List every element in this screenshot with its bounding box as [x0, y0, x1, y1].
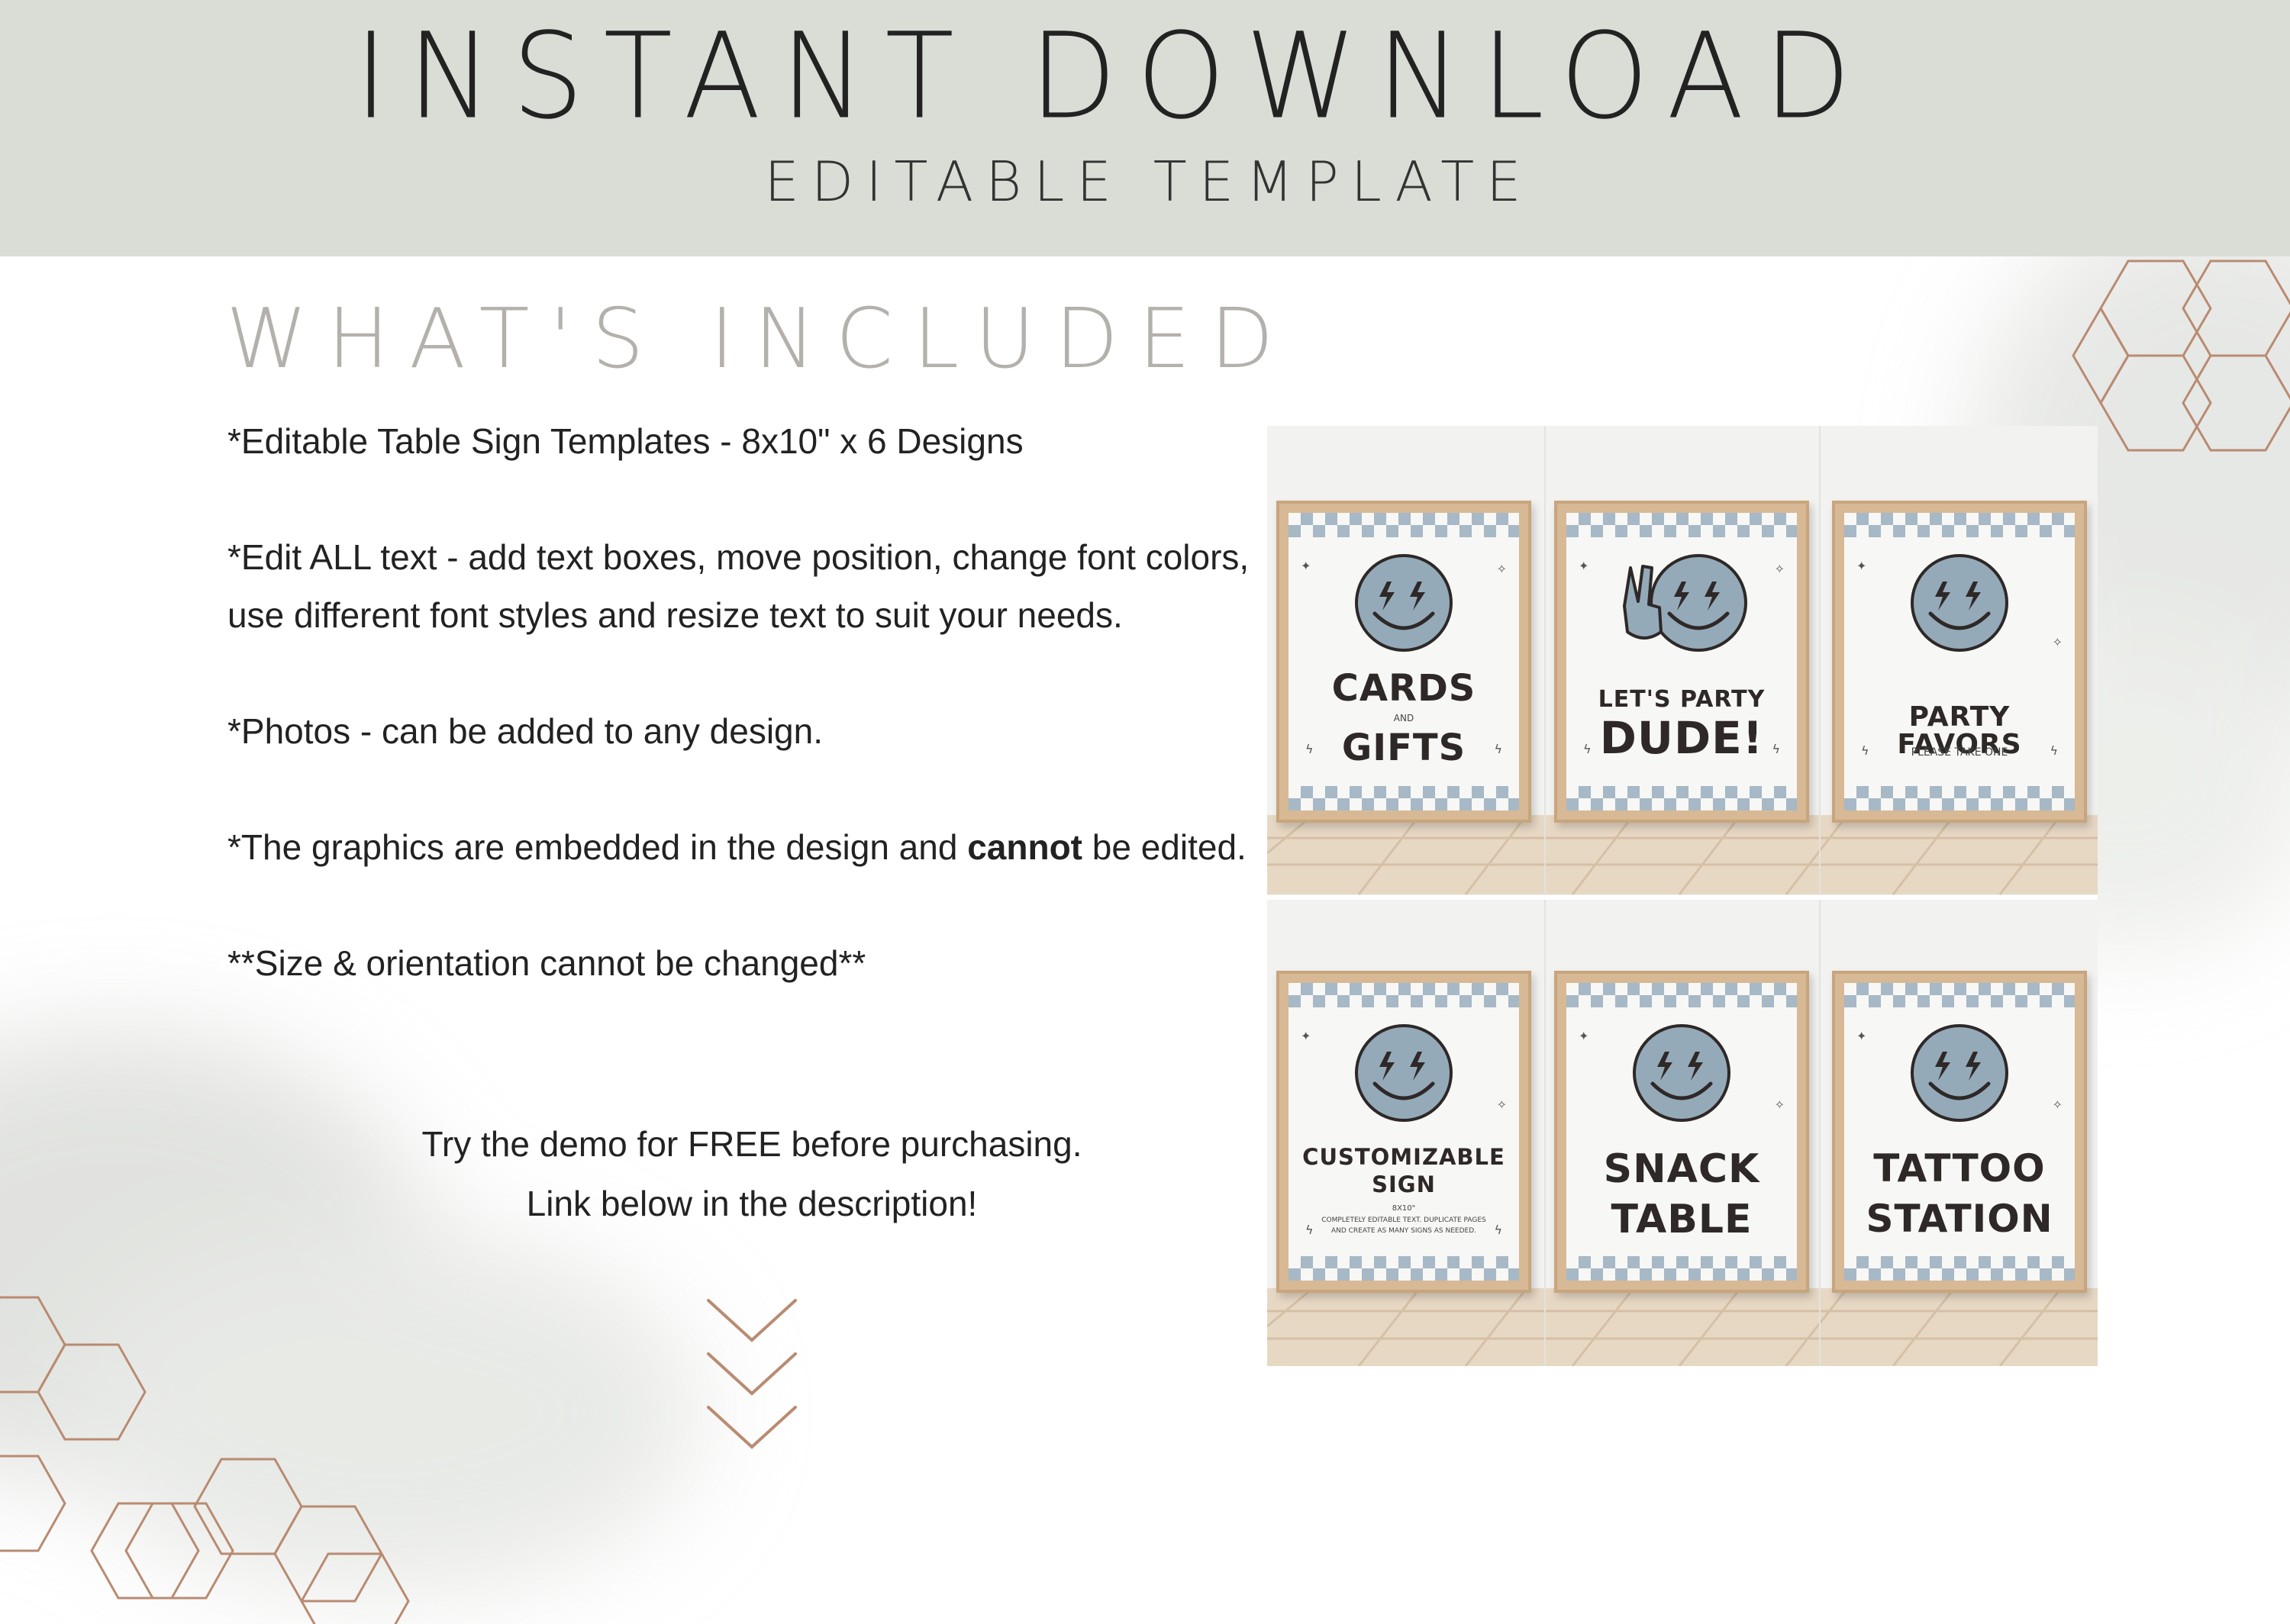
header-band: INSTANT DOWNLOAD EDITABLE TEMPLATE: [0, 0, 2290, 256]
sign-lets-party-dude: LET'S PARTY DUDE! ✦ ✧ ϟ ϟ: [1554, 501, 1809, 823]
sparkle-icon: ✦: [1856, 559, 1867, 573]
smiley-face-icon: [1911, 1024, 2008, 1122]
sign-caption: PLEASE TAKE ONE: [1911, 746, 2008, 759]
smiley-face-icon: [1355, 1024, 1453, 1122]
sign-title: STATION: [1866, 1197, 2053, 1241]
demo-line: Try the demo for FREE before purchasing.: [421, 1124, 1082, 1164]
list-item-text: *The graphics are embedded in the design…: [227, 827, 968, 867]
sign-party-favors: PARTY FAVORS PLEASE TAKE ONE ✦ ✧ ϟ ϟ: [1832, 501, 2087, 823]
smiley-face-icon: [1355, 554, 1453, 652]
lightning-bolt-icon: ϟ: [1494, 1223, 1502, 1237]
sign-cards-gifts: CARDS AND GIFTS ✦ ✧ ϟ ϟ: [1276, 501, 1531, 823]
sign-snack-table: SNACK TABLE ✦ ✧: [1554, 971, 1809, 1293]
section-title: WHAT'S INCLUDED: [226, 292, 1294, 387]
list-item-emphasis: cannot: [967, 827, 1082, 867]
lightning-bolt-icon: ϟ: [2050, 743, 2058, 758]
sign-title: TABLE: [1611, 1197, 1753, 1242]
list-item: *Photos - can be added to any design.: [227, 711, 824, 751]
sign-note: AND CREATE AS MANY SIGNS AS NEEDED.: [1330, 1227, 1477, 1235]
lightning-bolt-icon: ϟ: [1772, 742, 1780, 756]
sparkle-icon: ✧: [2052, 1097, 2063, 1112]
demo-line: Link below in the description!: [526, 1184, 978, 1223]
sign-caption: 8X10": [1392, 1204, 1416, 1213]
list-item-text: be edited.: [1082, 827, 1247, 867]
sign-title: SIGN: [1372, 1171, 1436, 1197]
sparkle-icon: ✧: [1496, 562, 1507, 576]
sign-customizable: CUSTOMIZABLE SIGN 8X10" COMPLETELY EDITA…: [1276, 971, 1531, 1293]
sparkle-icon: ✧: [1774, 562, 1785, 576]
list-item: *The graphics are embedded in the design…: [227, 818, 1273, 876]
lightning-bolt-icon: ϟ: [1494, 742, 1502, 756]
feature-list: *Editable Table Sign Templates - 8x10" x…: [227, 412, 1273, 1050]
sparkle-icon: ✧: [2052, 635, 2063, 649]
lightning-bolt-icon: ϟ: [1305, 742, 1314, 756]
sign-note: COMPLETELY EDITABLE TEXT. DUPLICATE PAGE…: [1321, 1216, 1486, 1224]
sign-title: LET'S PARTY: [1598, 686, 1766, 713]
list-item: *Edit ALL text - add text boxes, move po…: [227, 537, 1250, 635]
sign-title: TATTOO: [1873, 1146, 2046, 1191]
sparkle-icon: ✦: [1579, 559, 1589, 573]
sign-title: SNACK: [1603, 1146, 1760, 1192]
page-subtitle: EDITABLE TEMPLATE: [764, 150, 1534, 214]
sparkle-icon: ✧: [1496, 1097, 1507, 1112]
sparkle-icon: ✦: [1579, 1029, 1589, 1043]
demo-note: Try the demo for FREE before purchasing.…: [321, 1114, 1183, 1233]
smiley-face-icon: [1633, 1024, 1730, 1122]
list-item: **Size & orientation cannot be changed**: [227, 943, 866, 983]
sparkle-icon: ✧: [1774, 1097, 1785, 1112]
sparkle-icon: ✦: [1856, 1029, 1867, 1043]
lightning-bolt-icon: ϟ: [1305, 1223, 1314, 1237]
lightning-bolt-icon: ϟ: [1583, 742, 1592, 756]
sparkle-icon: ✦: [1301, 559, 1311, 573]
chevron-down-icon: [707, 1299, 797, 1449]
page-title: INSTANT DOWNLOAD: [354, 7, 1871, 146]
sign-caption: AND: [1393, 713, 1414, 723]
peace-hand-icon: [1623, 565, 1663, 640]
lightning-bolt-icon: ϟ: [1861, 743, 1869, 758]
list-item: *Editable Table Sign Templates - 8x10" x…: [227, 421, 1024, 461]
sign-title: DUDE!: [1599, 712, 1764, 764]
sign-tattoo-station: TATTOO STATION ✦ ✧: [1832, 971, 2087, 1293]
product-preview-image: CARDS AND GIFTS ✦ ✧ ϟ ϟ LET'S PARTY DUDE…: [1267, 426, 2098, 1366]
sign-title: CARDS: [1331, 667, 1476, 710]
smiley-face-icon: [1911, 554, 2008, 652]
sparkle-icon: ✦: [1301, 1029, 1311, 1043]
sign-title: CUSTOMIZABLE: [1302, 1144, 1505, 1170]
sign-title: GIFTS: [1341, 727, 1466, 769]
